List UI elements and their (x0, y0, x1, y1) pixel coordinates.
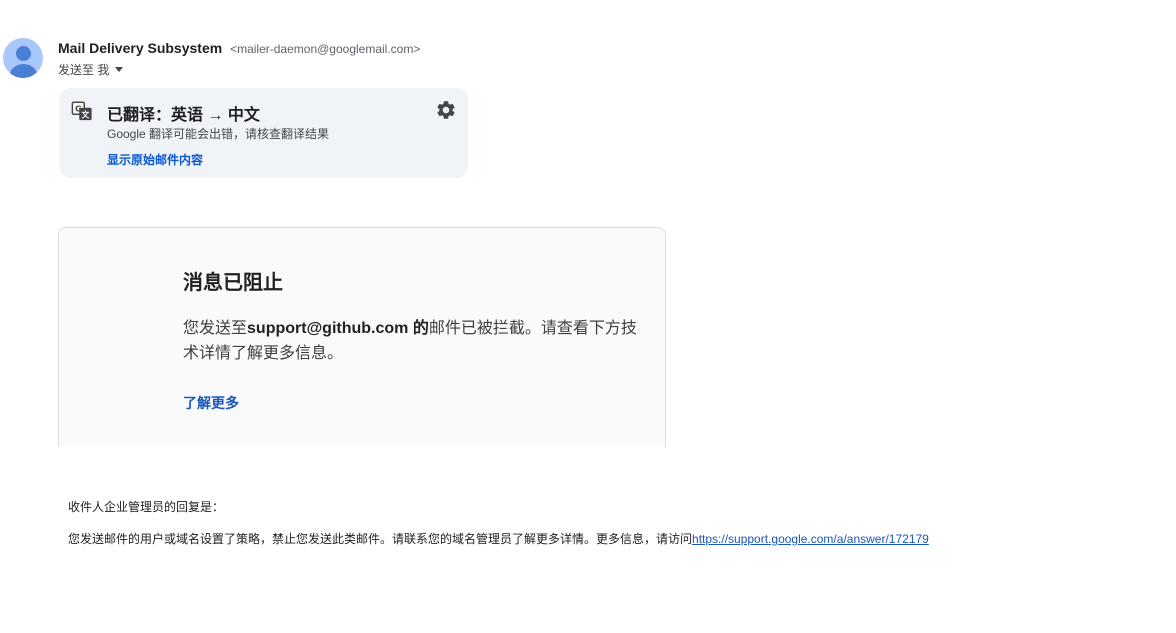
translation-banner: G 文 已翻译：英语 → 中文 Google 翻译可能会出错，请核查翻译结果 显… (59, 88, 468, 178)
to-label: 发送至 我 (58, 63, 110, 77)
blocked-desc-prefix: 您发送至 (183, 320, 248, 337)
person-icon-head (16, 46, 31, 61)
blocked-recipient-address: support@github.com 的 (247, 320, 429, 337)
gear-icon[interactable] (435, 99, 457, 121)
person-icon-body (10, 64, 37, 78)
admin-reply-text: 您发送邮件的用户或域名设置了策略，禁止您发送此类邮件。请联系您的域名管理员了解更… (68, 530, 929, 547)
support-link[interactable]: https://support.google.com/a/answer/1721… (692, 532, 929, 546)
admin-reply-body: 您发送邮件的用户或域名设置了策略，禁止您发送此类邮件。请联系您的域名管理员了解更… (68, 532, 693, 546)
sender-avatar[interactable] (3, 38, 43, 78)
blocked-description: 您发送至support@github.com 的邮件已被拦截。请查看下方技术详情… (183, 316, 638, 366)
sender-name[interactable]: Mail Delivery Subsystem (58, 40, 222, 56)
email-view: Mail Delivery Subsystem <mailer-daemon@g… (0, 0, 1176, 633)
translate-icon: G 文 (71, 101, 92, 121)
sender-email: <mailer-daemon@googlemail.com> (230, 42, 421, 56)
blocked-title: 消息已阻止 (183, 272, 283, 294)
sender-line: Mail Delivery Subsystem <mailer-daemon@g… (58, 40, 420, 56)
svg-text:文: 文 (81, 109, 89, 119)
blocked-message-card: 消息已阻止 您发送至support@github.com 的邮件已被拦截。请查看… (58, 227, 666, 447)
translation-title: 已翻译：英语 → 中文 (107, 107, 260, 124)
learn-more-link[interactable]: 了解更多 (183, 393, 239, 413)
show-original-link[interactable]: 显示原始邮件内容 (107, 151, 203, 168)
caret-down-icon[interactable] (115, 67, 124, 72)
translation-note: Google 翻译可能会出错，请核查翻译结果 (107, 127, 330, 141)
recipient-details-toggle[interactable]: 发送至 我 (58, 61, 124, 78)
admin-reply-label: 收件人企业管理员的回复是： (68, 500, 225, 514)
